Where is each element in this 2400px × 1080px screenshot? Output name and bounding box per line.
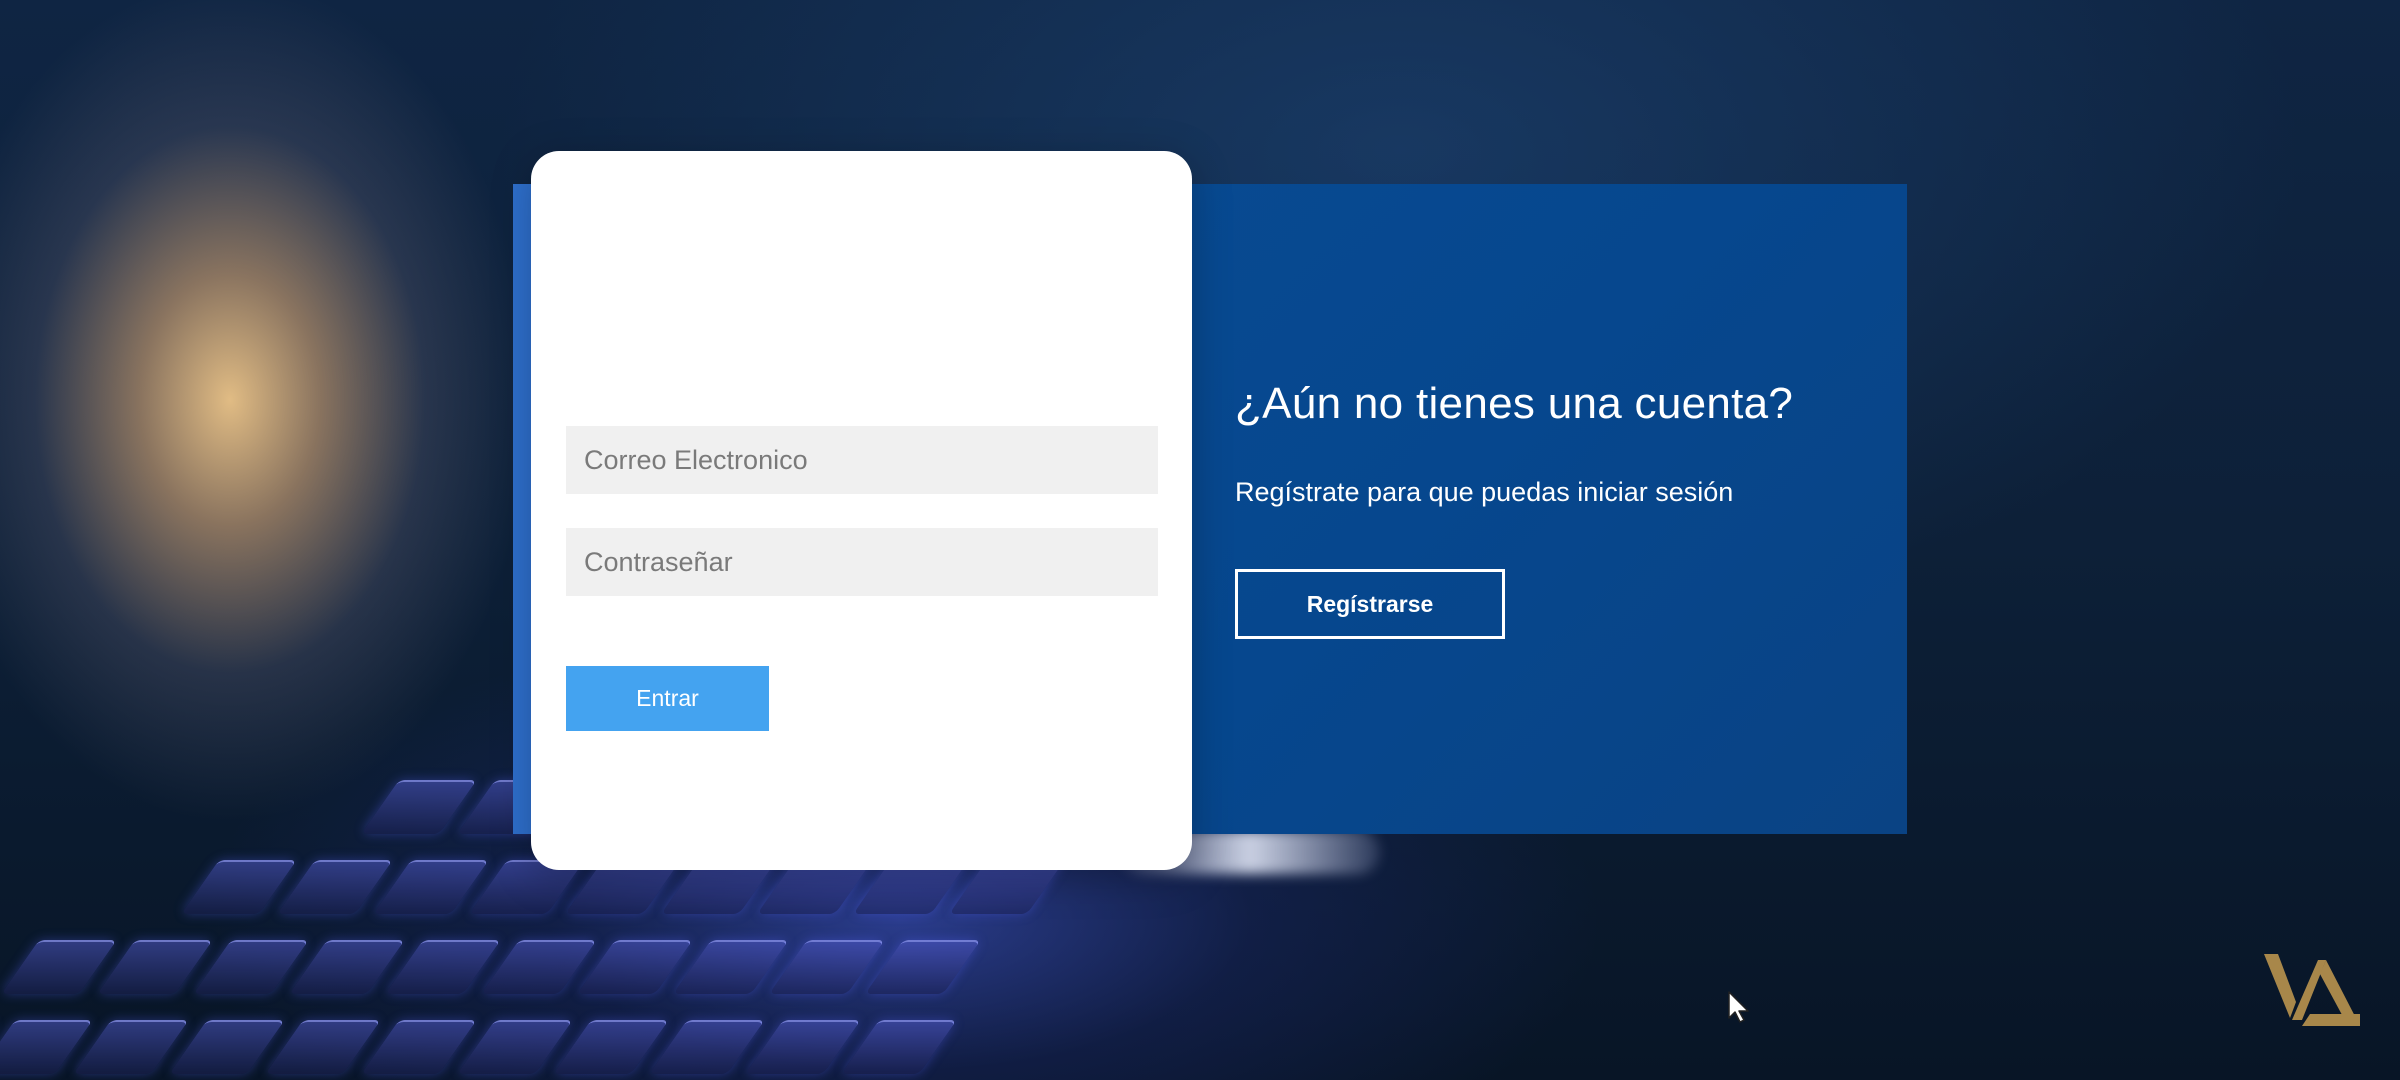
key-row bbox=[1, 940, 981, 996]
register-cta: ¿Aún no tienes una cuenta? Regístrate pa… bbox=[1235, 374, 1835, 510]
mouse-cursor-icon bbox=[1728, 991, 1749, 1023]
register-title: ¿Aún no tienes una cuenta? bbox=[1235, 379, 1794, 428]
page-background: ¿Aún no tienes una cuenta? Regístrate pa… bbox=[0, 0, 2400, 1080]
login-card: Iniciar Sesión bbox=[531, 151, 1192, 870]
register-button[interactable]: Regístrarse bbox=[1235, 569, 1505, 639]
register-description: Regístrate para que puedas iniciar sesió… bbox=[1235, 477, 1734, 507]
key-row bbox=[0, 1020, 957, 1076]
password-field[interactable] bbox=[566, 528, 1158, 596]
login-button[interactable]: Entrar bbox=[566, 666, 769, 731]
email-field[interactable] bbox=[566, 426, 1158, 494]
va-logo-icon bbox=[2264, 954, 2360, 1026]
